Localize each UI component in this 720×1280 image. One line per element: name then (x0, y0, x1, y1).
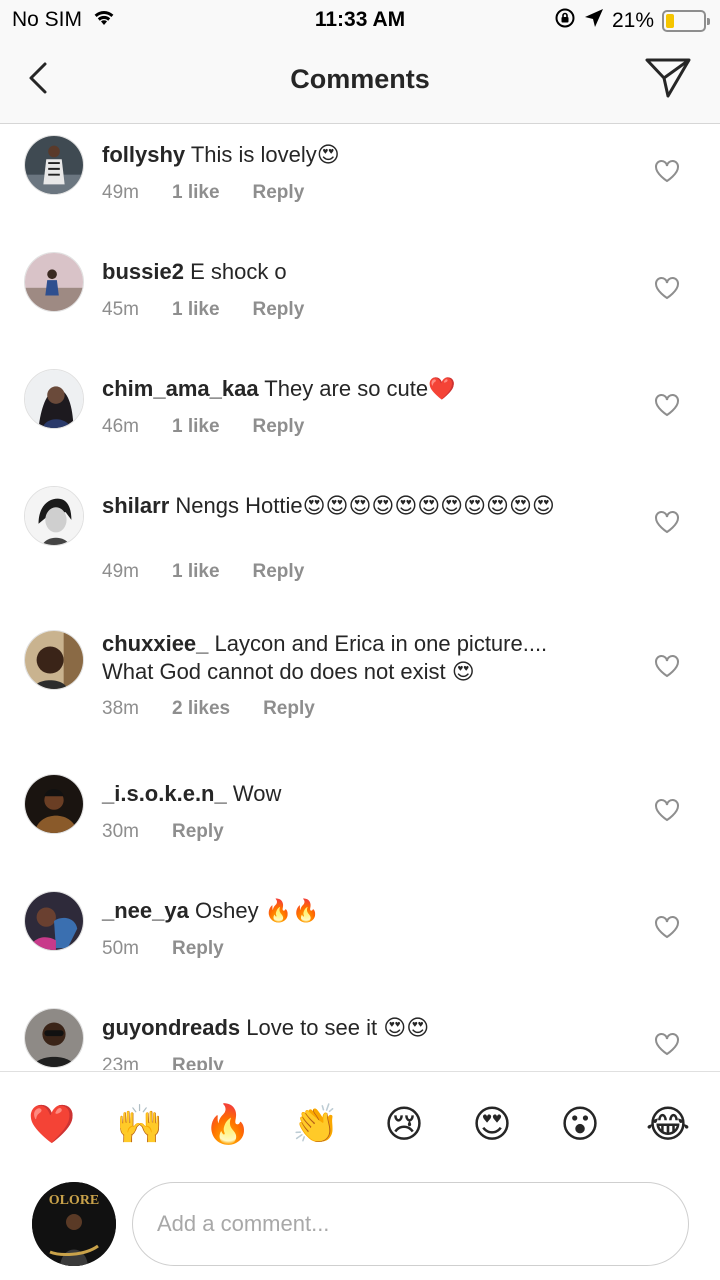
paper-plane-icon (645, 58, 691, 98)
comment-text: follyshy This is lovely😍 (102, 141, 600, 170)
comment-time: 49m (102, 561, 139, 582)
heart-outline-icon[interactable] (654, 798, 680, 822)
comment-message: This is lovely (190, 142, 317, 167)
comment-text: shilarr Nengs Hottie😍😍😍😍😍😍😍😍😍😍😍 (102, 492, 600, 521)
reaction-raised-hands[interactable]: 🙌 (116, 1100, 164, 1148)
comment-text: _nee_ya Oshey 🔥🔥 (102, 897, 600, 926)
reply-button[interactable]: Reply (253, 299, 305, 321)
reply-button[interactable]: Reply (253, 561, 305, 583)
avatar[interactable] (24, 774, 84, 834)
comment-time: 23m (102, 1055, 139, 1070)
comment-composer: OLORE (0, 1178, 720, 1280)
page-title: Comments (290, 64, 430, 94)
comment-meta: 49m 1 like Reply (102, 182, 304, 204)
heart-outline-icon[interactable] (654, 393, 680, 417)
avatar[interactable] (24, 891, 84, 951)
heart-outline-icon[interactable] (654, 915, 680, 939)
comment-time: 50m (102, 938, 139, 959)
status-right: 21% (554, 7, 710, 35)
comment-emoji: 😍 (316, 143, 340, 168)
comment-meta: 30m Reply (102, 821, 224, 843)
comment-meta: 49m 1 like Reply (102, 561, 304, 583)
comment-emoji: 😍😍😍😍😍😍😍😍😍😍😍 (302, 494, 555, 519)
heart-outline-icon[interactable] (654, 159, 680, 183)
comment-username[interactable]: _nee_ya (102, 898, 189, 923)
avatar-logo-text: OLORE (49, 1193, 100, 1208)
orientation-lock-icon (554, 7, 576, 35)
avatar[interactable] (24, 630, 84, 690)
like-count[interactable]: 1 like (172, 182, 220, 204)
comment-text: _i.s.o.k.e.n_ Wow (102, 780, 600, 809)
comments-list[interactable]: follyshy This is lovely😍 49m 1 like Repl… (0, 125, 720, 1070)
reaction-clap[interactable]: 👏 (292, 1100, 340, 1148)
reply-button[interactable]: Reply (172, 938, 224, 960)
location-arrow-icon (584, 8, 604, 34)
comment-emoji: 🔥🔥 (264, 899, 320, 924)
reply-button[interactable]: Reply (172, 821, 224, 843)
comment-meta: 23m Reply (102, 1055, 224, 1070)
battery-label: 21% (611, 9, 654, 32)
comment-meta: 50m Reply (102, 938, 224, 960)
comment-input[interactable] (132, 1182, 689, 1266)
comment-message: Oshey (194, 898, 259, 923)
comment-text: bussie2 E shock o (102, 258, 600, 287)
comment-message: Wow (232, 781, 282, 806)
comment-time: 49m (102, 182, 139, 203)
comment-emoji: ❤️ (428, 377, 456, 402)
comment-meta: 38m 2 likes Reply (102, 698, 315, 720)
my-avatar: OLORE (32, 1182, 116, 1266)
reaction-surprised[interactable]: 😮 (556, 1100, 604, 1148)
comment-username[interactable]: shilarr (102, 493, 169, 518)
comment-text: guyondreads Love to see it 😍😍 (102, 1014, 600, 1043)
comment-time: 38m (102, 698, 139, 719)
like-count[interactable]: 1 like (172, 561, 220, 583)
reply-button[interactable]: Reply (253, 416, 305, 438)
comment-username[interactable]: chuxxiee_ (102, 631, 208, 656)
comment-time: 45m (102, 299, 139, 320)
like-count[interactable]: 2 likes (172, 698, 230, 720)
heart-outline-icon[interactable] (654, 276, 680, 300)
emoji-reaction-bar: ❤️ 🙌 🔥 👏 😢 😍 😮 😂 (0, 1071, 720, 1176)
comment-time: 46m (102, 416, 139, 437)
avatar[interactable] (24, 486, 84, 546)
comment-message: They are so cute (264, 376, 429, 401)
reply-button[interactable]: Reply (263, 698, 315, 720)
comment-emoji: 😍 (451, 660, 475, 685)
reaction-heart-eyes[interactable]: 😍 (468, 1100, 516, 1148)
share-button[interactable] (644, 56, 692, 100)
comment-username[interactable]: guyondreads (102, 1015, 240, 1040)
comment-meta: 45m 1 like Reply (102, 299, 304, 321)
battery-icon (662, 10, 710, 32)
reaction-laughing[interactable]: 😂 (644, 1100, 692, 1148)
comment-username[interactable]: chim_ama_kaa (102, 376, 259, 401)
header: Comments (0, 40, 720, 124)
battery-level (666, 14, 674, 28)
reaction-heart[interactable]: ❤️ (28, 1100, 76, 1148)
avatar[interactable] (24, 252, 84, 312)
avatar[interactable] (24, 369, 84, 429)
heart-outline-icon[interactable] (654, 654, 680, 678)
avatar[interactable] (24, 1008, 84, 1068)
heart-outline-icon[interactable] (654, 1032, 680, 1056)
comment-username[interactable]: _i.s.o.k.e.n_ (102, 781, 227, 806)
comment-emoji: 😍😍 (383, 1016, 430, 1041)
reaction-crying[interactable]: 😢 (380, 1100, 428, 1148)
comment-text: chuxxiee_ Laycon and Erica in one pictur… (102, 630, 600, 687)
comment-message: Nengs Hottie (175, 493, 303, 518)
reply-button[interactable]: Reply (253, 182, 305, 204)
comment-time: 30m (102, 821, 139, 842)
comment-meta: 46m 1 like Reply (102, 416, 304, 438)
comment-message: E shock o (190, 259, 287, 284)
heart-outline-icon[interactable] (654, 510, 680, 534)
status-bar: No SIM 11:33 AM 21% (0, 0, 720, 40)
reply-button[interactable]: Reply (172, 1055, 224, 1070)
comment-username[interactable]: bussie2 (102, 259, 184, 284)
comment-text: chim_ama_kaa They are so cute❤️ (102, 375, 600, 404)
comment-username[interactable]: follyshy (102, 142, 185, 167)
avatar[interactable] (24, 135, 84, 195)
like-count[interactable]: 1 like (172, 299, 220, 321)
comment-message: Love to see it (246, 1015, 378, 1040)
like-count[interactable]: 1 like (172, 416, 220, 438)
reaction-fire[interactable]: 🔥 (204, 1100, 252, 1148)
